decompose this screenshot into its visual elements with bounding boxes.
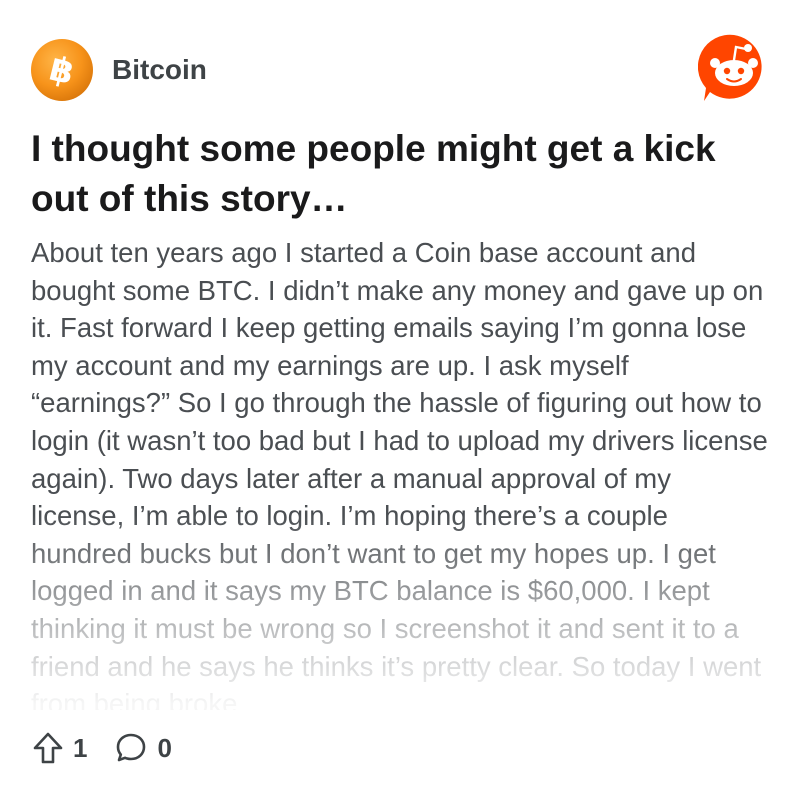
post-body: About ten years ago I started a Coin bas… <box>31 237 768 710</box>
upvote-button[interactable]: 1 <box>33 732 87 764</box>
post-title[interactable]: I thought some people might get a kick o… <box>31 124 761 224</box>
post-header: ฿ Bitcoin <box>30 34 770 102</box>
upvote-arrow-icon <box>33 732 63 764</box>
upvote-count: 1 <box>73 732 88 763</box>
comment-button[interactable]: 0 <box>115 732 172 764</box>
post-body-container[interactable]: About ten years ago I started a Coin bas… <box>31 234 771 710</box>
reddit-logo <box>697 32 770 104</box>
reddit-logo-icon <box>697 34 762 101</box>
bitcoin-icon: ฿ <box>31 39 93 101</box>
comment-bubble-icon <box>117 733 146 762</box>
post-actions: 1 0 <box>33 728 200 768</box>
subreddit-name[interactable]: Bitcoin <box>112 53 207 87</box>
comment-count: 0 <box>157 732 172 763</box>
subreddit-avatar[interactable]: ฿ <box>30 38 94 102</box>
